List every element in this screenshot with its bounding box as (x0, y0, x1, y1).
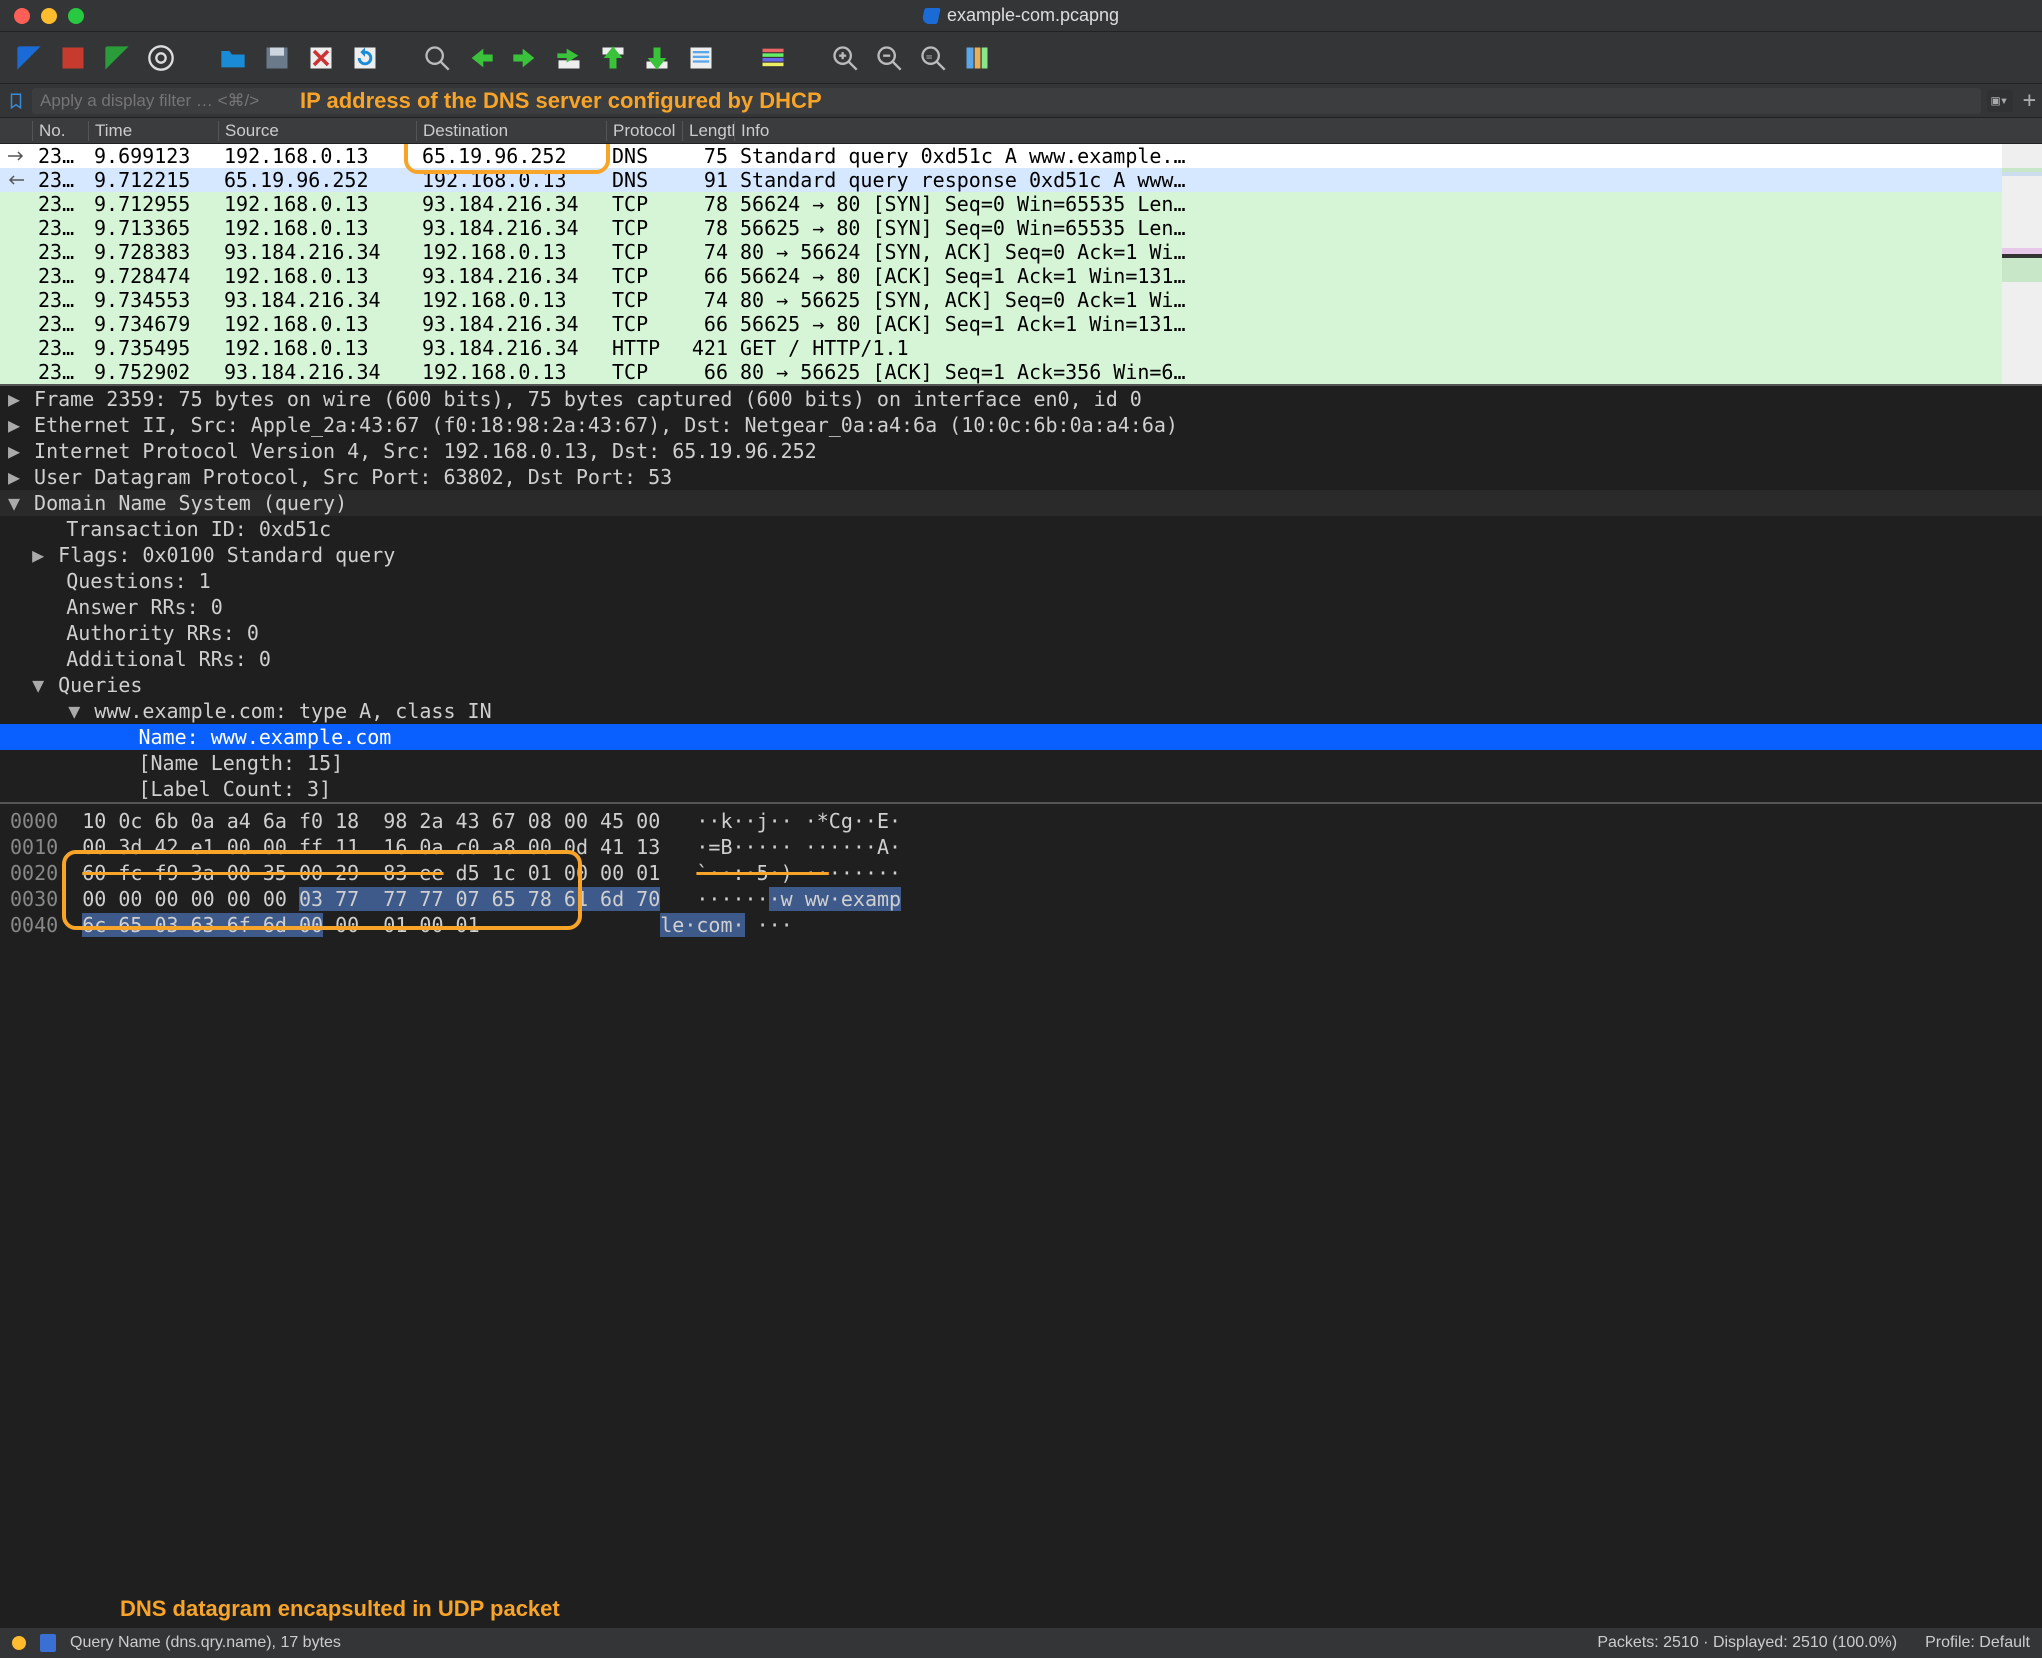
tree-name-length[interactable]: [Name Length: 15] (138, 751, 343, 775)
window-title: example-com.pcapng (947, 5, 1119, 26)
close-file-button[interactable] (304, 41, 338, 75)
tree-questions[interactable]: Questions: 1 (66, 569, 211, 593)
annotation-dns-datagram: DNS datagram encapsulted in UDP packet (120, 1596, 560, 1622)
find-packet-button[interactable] (420, 41, 454, 75)
go-forward-button[interactable] (508, 41, 542, 75)
go-last-packet-button[interactable] (640, 41, 674, 75)
status-bar: Query Name (dns.qry.name), 17 bytes Pack… (0, 1628, 2042, 1658)
go-to-packet-button[interactable] (552, 41, 586, 75)
tree-additional[interactable]: Additional RRs: 0 (66, 647, 271, 671)
packet-row[interactable]: 23…9.71221565.19.96.252192.168.0.13DNS91… (0, 168, 2042, 192)
packet-row[interactable]: 23…9.734679192.168.0.1393.184.216.34TCP6… (0, 312, 2042, 336)
packet-row[interactable]: 23…9.73455393.184.216.34192.168.0.13TCP7… (0, 288, 2042, 312)
col-proto[interactable]: Protocol (606, 121, 682, 141)
col-dst[interactable]: Destination (416, 121, 606, 141)
titlebar: example-com.pcapng (0, 0, 2042, 32)
go-first-packet-button[interactable] (596, 41, 630, 75)
col-no[interactable]: No. (32, 121, 88, 141)
capture-file-icon[interactable] (40, 1634, 56, 1652)
packet-row[interactable]: 23…9.75290293.184.216.34192.168.0.13TCP6… (0, 360, 2042, 384)
close-window-button[interactable] (14, 8, 30, 24)
packet-row[interactable]: 23…9.713365192.168.0.1393.184.216.34TCP7… (0, 216, 2042, 240)
zoom-out-button[interactable] (872, 41, 906, 75)
tree-frame[interactable]: Frame 2359: 75 bytes on wire (600 bits),… (34, 387, 1142, 411)
restart-capture-button[interactable] (100, 41, 134, 75)
col-time[interactable]: Time (88, 121, 218, 141)
tree-ethernet[interactable]: Ethernet II, Src: Apple_2a:43:67 (f0:18:… (34, 413, 1178, 437)
tree-txid[interactable]: Transaction ID: 0xd51c (66, 517, 331, 541)
expert-info-icon[interactable] (12, 1636, 26, 1650)
tree-dns[interactable]: Domain Name System (query) (34, 491, 347, 515)
packet-minimap[interactable] (2002, 144, 2042, 384)
traffic-lights (0, 8, 84, 24)
app-window: example-com.pcapng = IP address of the D… (0, 0, 2042, 1658)
add-filter-button[interactable]: + (2023, 88, 2036, 113)
packet-row[interactable]: 23…9.699123192.168.0.1365.19.96.252DNS75… (0, 144, 2042, 168)
tree-query-host[interactable]: www.example.com: type A, class IN (94, 699, 491, 723)
packet-list-body[interactable]: 23…9.699123192.168.0.1365.19.96.252DNS75… (0, 144, 2042, 384)
tree-ipv4[interactable]: Internet Protocol Version 4, Src: 192.16… (34, 439, 817, 463)
zoom-in-button[interactable] (828, 41, 862, 75)
packet-row[interactable]: 23…9.72838393.184.216.34192.168.0.13TCP7… (0, 240, 2042, 264)
filter-toolbar: ▣▾ + (0, 84, 2042, 118)
shark-fin-icon (921, 8, 940, 24)
hex-view-pane[interactable]: 0000 10 0c 6b 0a a4 6a f0 18 98 2a 43 67… (0, 804, 2042, 1628)
status-profile[interactable]: Profile: Default (1925, 1634, 2030, 1652)
open-file-button[interactable] (216, 41, 250, 75)
resize-columns-button[interactable] (960, 41, 994, 75)
svg-text:=: = (926, 51, 932, 63)
packet-row[interactable]: 23…9.712955192.168.0.1393.184.216.34TCP7… (0, 192, 2042, 216)
reload-file-button[interactable] (348, 41, 382, 75)
filter-apply-button[interactable]: ▣▾ (1987, 90, 2013, 112)
status-packet-counts: Packets: 2510 · Displayed: 2510 (100.0%) (1597, 1634, 1897, 1652)
tree-label-count[interactable]: [Label Count: 3] (138, 777, 331, 801)
colorize-button[interactable] (756, 41, 790, 75)
start-capture-button[interactable] (12, 41, 46, 75)
zoom-reset-button[interactable]: = (916, 41, 950, 75)
packet-row[interactable]: 23…9.735495192.168.0.1393.184.216.34HTTP… (0, 336, 2042, 360)
tree-query-name[interactable]: Name: www.example.com (138, 725, 391, 749)
display-filter-input[interactable] (32, 88, 1981, 114)
col-len[interactable]: Length (682, 121, 734, 141)
tree-udp[interactable]: User Datagram Protocol, Src Port: 63802,… (34, 465, 672, 489)
tree-flags[interactable]: Flags: 0x0100 Standard query (58, 543, 395, 567)
packet-list-header[interactable]: No. Time Source Destination Protocol Len… (0, 118, 2042, 144)
packet-list-pane: No. Time Source Destination Protocol Len… (0, 118, 2042, 386)
col-info[interactable]: Info (734, 121, 2042, 141)
minimize-window-button[interactable] (41, 8, 57, 24)
stop-capture-button[interactable] (56, 41, 90, 75)
col-src[interactable]: Source (218, 121, 416, 141)
packet-details-pane[interactable]: ▶ Frame 2359: 75 bytes on wire (600 bits… (0, 386, 2042, 804)
main-toolbar: = IP address of the DNS server configure… (0, 32, 2042, 84)
tree-queries[interactable]: Queries (58, 673, 142, 697)
status-field-info: Query Name (dns.qry.name), 17 bytes (70, 1634, 341, 1652)
zoom-window-button[interactable] (68, 8, 84, 24)
save-file-button[interactable] (260, 41, 294, 75)
tree-authority[interactable]: Authority RRs: 0 (66, 621, 259, 645)
packet-row[interactable]: 23…9.728474192.168.0.1393.184.216.34TCP6… (0, 264, 2042, 288)
auto-scroll-button[interactable] (684, 41, 718, 75)
bookmark-icon[interactable] (6, 91, 26, 111)
capture-options-button[interactable] (144, 41, 178, 75)
tree-answers[interactable]: Answer RRs: 0 (66, 595, 223, 619)
go-back-button[interactable] (464, 41, 498, 75)
